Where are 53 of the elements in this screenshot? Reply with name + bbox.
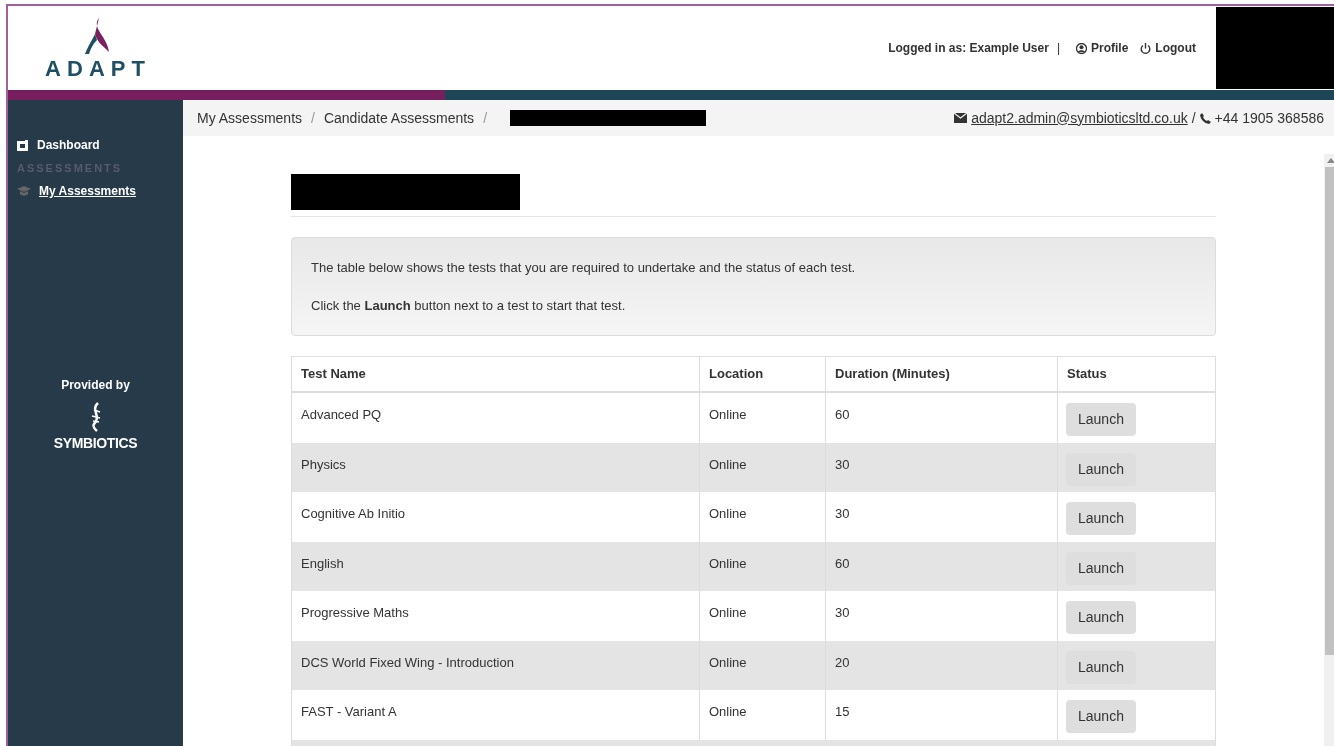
launch-button[interactable]: Launch [1066,601,1136,634]
email-link[interactable]: adapt2.admin@symbioticsltd.co.uk [971,107,1188,129]
column-header: Status [1057,357,1215,391]
table-cell-text: English [300,554,345,573]
table-cell-text: FAST - Variant A [300,703,398,721]
logo-text: ADAPT [45,58,151,80]
table-cell-text: Cognitive Ab Initio [300,505,407,523]
envelope-icon [954,113,968,123]
launch-button[interactable]: Launch [1066,502,1136,535]
column-header: Location [699,357,825,391]
dashboard-icon [17,139,29,151]
logged-in-text: Logged in as: Example User [888,40,1049,57]
logout-link[interactable]: Logout [1140,39,1196,57]
info-text: Click the Launch button next to a test to start that test. [311,296,627,315]
launch-button[interactable]: Launch [1066,403,1136,436]
table-cell-text: DCS World Fixed Wing - Introduction [300,653,515,672]
table-cell: Online [699,492,825,542]
symbiotics-logo-text: SYMBIOTICS [53,436,138,450]
scroll-up-icon[interactable] [1327,158,1334,163]
user-icon [1076,42,1087,54]
table-cell: 15 [825,690,1057,740]
breadcrumb-link[interactable]: Candidate Assessments [323,107,475,129]
separator-text: / [1191,108,1196,128]
scroll-thumb[interactable] [1325,167,1334,655]
table-cell: 60 [825,393,1057,443]
profile-link[interactable]: Profile [1076,39,1129,57]
power-icon [1140,42,1152,54]
breadcrumb-separator: / [482,108,488,128]
separator-text: | [1056,40,1060,57]
table-cell-text: Advanced PQ [300,406,383,424]
launch-button[interactable]: Launch [1066,551,1136,585]
scrollbar[interactable] [1324,154,1334,746]
breadcrumb-link[interactable]: My Assessments [197,107,303,129]
phone-number: +44 1905 368586 [1214,108,1324,128]
launch-button[interactable]: Launch [1066,452,1136,486]
graduation-cap-icon [17,186,31,196]
table-cell: Online [699,393,825,443]
launch-button[interactable]: Launch [1066,650,1136,684]
table-cell: Online [699,690,825,740]
table-cell-text: Progressive Maths [300,604,410,622]
phone-icon [1199,112,1211,124]
sidebar-item[interactable]: My Assessments [8,178,183,204]
table-cell-text: Physics [300,455,347,474]
table-cell: Online [699,591,825,641]
column-header: Duration (Minutes) [825,357,1057,391]
breadcrumb-separator: / [310,108,316,128]
provided-by-text: Provided by [61,377,130,394]
table-cell: 30 [825,492,1057,542]
column-header: Test Name [300,365,367,384]
table-cell: 30 [825,591,1057,641]
sidebar-item[interactable]: Dashboard [8,132,183,158]
launch-button[interactable]: Launch [1066,700,1136,733]
info-text: The table below shows the tests that you are required to undertake and the status of each test. [311,259,857,277]
